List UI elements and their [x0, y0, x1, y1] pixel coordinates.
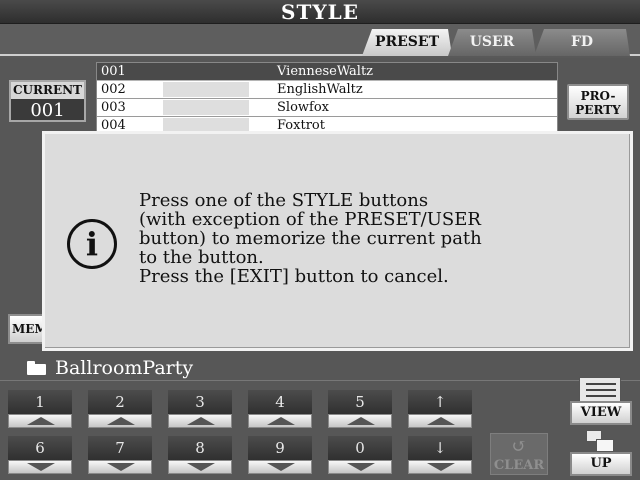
view-button[interactable]: VIEW	[570, 377, 632, 425]
number-button-4[interactable]: 4	[248, 390, 312, 428]
arrow-down-button[interactable]: ↓	[408, 436, 472, 474]
number-button-label: 0	[328, 436, 392, 460]
list-item-number: 001	[101, 64, 126, 79]
undo-icon: ↺	[511, 436, 527, 457]
list-item[interactable]: 002 EnglishWaltz	[97, 81, 557, 99]
list-item-name: EnglishWaltz	[277, 82, 363, 97]
number-button-label: 8	[168, 436, 232, 460]
triangle-up-icon	[347, 417, 375, 425]
tab-preset[interactable]: PRESET	[362, 29, 452, 56]
number-button-2[interactable]: 2	[88, 390, 152, 428]
triangle-up-icon	[427, 417, 455, 425]
triangle-down-icon	[107, 463, 135, 471]
dialog-message: Press one of the STYLE buttons (with exc…	[139, 191, 619, 286]
info-icon: i	[67, 219, 117, 269]
style-list: 001 VienneseWaltz 002 EnglishWaltz 003 S…	[96, 62, 558, 135]
triangle-up-icon	[27, 417, 55, 425]
dialog-line: to the button.	[139, 247, 264, 268]
triangle-down-icon	[267, 463, 295, 471]
triangle-up-icon	[187, 417, 215, 425]
number-button-label: 3	[168, 390, 232, 414]
tab-strip: PRESET USER FD	[0, 24, 640, 56]
arrow-up-button[interactable]: ↑	[408, 390, 472, 428]
page-title: STYLE	[0, 0, 640, 24]
list-item-name: VienneseWaltz	[277, 64, 374, 79]
property-button-line1: PRO-	[580, 89, 616, 103]
list-item[interactable]: 001 VienneseWaltz	[97, 63, 557, 81]
number-button-label: 4	[248, 390, 312, 414]
number-button-label: 9	[248, 436, 312, 460]
list-item[interactable]: 003 Slowfox	[97, 99, 557, 117]
current-label: CURRENT	[11, 82, 84, 99]
triangle-up-icon	[267, 417, 295, 425]
number-button-label: 5	[328, 390, 392, 414]
property-button[interactable]: PRO- PERTY	[567, 84, 629, 120]
triangle-down-icon	[187, 463, 215, 471]
folder-name: BallroomParty	[55, 357, 194, 379]
number-button-5[interactable]: 5	[328, 390, 392, 428]
list-item-bar	[163, 64, 249, 79]
up-button-label: UP	[570, 452, 632, 476]
tab-user[interactable]: USER	[448, 29, 536, 56]
list-item-name: Slowfox	[277, 100, 329, 115]
dialog-line: button) to memorize the current path	[139, 228, 482, 249]
number-button-1[interactable]: 1	[8, 390, 72, 428]
dialog-line: Press one of the STYLE buttons	[139, 190, 429, 211]
number-button-7[interactable]: 7	[88, 436, 152, 474]
dialog-line: (with exception of the PRESET/USER	[139, 209, 481, 230]
list-view-icon	[579, 377, 621, 403]
triangle-down-icon	[347, 463, 375, 471]
tab-fd[interactable]: FD	[534, 29, 630, 56]
property-button-line2: PERTY	[575, 103, 621, 117]
list-item-bar	[163, 100, 249, 115]
clear-button[interactable]: ↺ CLEAR	[490, 433, 548, 475]
dialog-line: Press the [EXIT] button to cancel.	[139, 266, 449, 287]
list-item-number: 002	[101, 82, 126, 97]
folder-icon	[27, 361, 46, 375]
up-button[interactable]: UP	[570, 428, 632, 476]
number-button-label: 1	[8, 390, 72, 414]
triangle-down-icon	[27, 463, 55, 471]
triangle-up-icon	[107, 417, 135, 425]
triangle-down-icon	[427, 463, 455, 471]
view-button-label: VIEW	[570, 401, 632, 425]
message-dialog: i Press one of the STYLE buttons (with e…	[42, 131, 633, 351]
number-button-label: 6	[8, 436, 72, 460]
current-value: 001	[30, 100, 65, 121]
number-button-8[interactable]: 8	[168, 436, 232, 474]
style-screen: STYLE PRESET USER FD CURRENT 001 001 Vie…	[0, 0, 640, 480]
number-button-9[interactable]: 9	[248, 436, 312, 474]
list-item-bar	[163, 82, 249, 97]
number-button-0[interactable]: 0	[328, 436, 392, 474]
list-item-number: 003	[101, 100, 126, 115]
current-style-box: CURRENT 001	[9, 80, 86, 122]
arrow-down-icon: ↓	[408, 436, 472, 460]
number-button-6[interactable]: 6	[8, 436, 72, 474]
number-button-label: 2	[88, 390, 152, 414]
number-button-label: 7	[88, 436, 152, 460]
arrow-up-icon: ↑	[408, 390, 472, 414]
folder-path: BallroomParty	[0, 355, 640, 381]
clear-button-label: CLEAR	[493, 458, 545, 473]
number-button-3[interactable]: 3	[168, 390, 232, 428]
folder-up-icon	[586, 430, 616, 454]
